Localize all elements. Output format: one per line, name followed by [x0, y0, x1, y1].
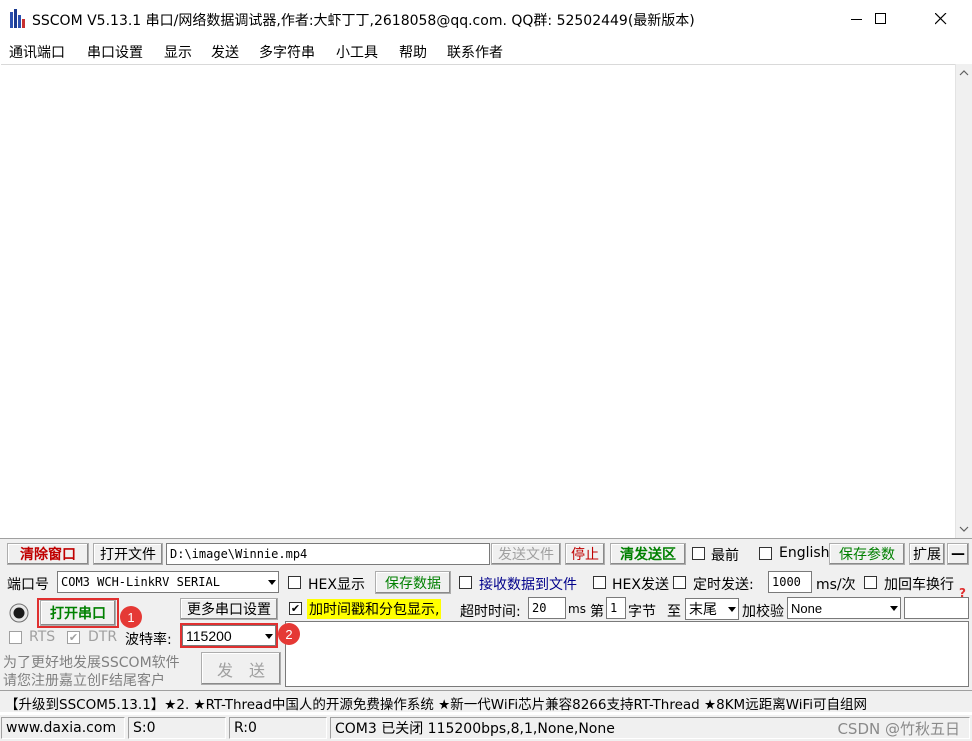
timeout-input[interactable]: 20 [528, 597, 566, 619]
byte-end-select[interactable]: 末尾 [685, 598, 739, 620]
checksum-select[interactable]: None [787, 597, 901, 619]
annotation-box-1 [37, 598, 119, 628]
annotation-box-2 [180, 623, 278, 648]
send-button[interactable]: 发 送 [201, 652, 281, 685]
top-most-checkbox[interactable] [692, 547, 705, 560]
hex-display-checkbox[interactable] [288, 576, 301, 589]
checksum-label: 加校验 [742, 604, 784, 620]
rts-label: RTS [29, 629, 56, 645]
window-title: SSCOM V5.13.1 串口/网络数据调试器,作者:大虾丁丁,2618058… [32, 13, 695, 29]
expand-button[interactable]: 扩展 [909, 543, 945, 565]
menu-multi-string[interactable]: 多字符串 [259, 42, 315, 62]
collapse-button[interactable]: — [947, 543, 969, 565]
csdn-watermark: CSDN @竹秋五日 [837, 720, 960, 738]
scroll-up-icon [959, 70, 969, 76]
send-file-button[interactable]: 发送文件 [491, 543, 561, 565]
save-data-button[interactable]: 保存数据 [375, 571, 451, 594]
send-text-area[interactable] [285, 621, 969, 687]
close-icon [935, 13, 947, 25]
receive-scrollbar[interactable] [955, 64, 972, 538]
checksum-value: None [791, 600, 823, 616]
chevron-down-icon [890, 606, 898, 611]
menu-comm-port[interactable]: 通讯端口 [9, 42, 65, 62]
byte-start-input[interactable]: 1 [606, 597, 626, 619]
timeout-unit-label: ms [568, 602, 586, 616]
app-logo-icon [10, 9, 25, 28]
byte-end-value: 末尾 [689, 601, 717, 617]
send-history-field[interactable] [904, 597, 969, 619]
file-path-field[interactable]: D:\image\Winnie.mp4 [166, 543, 490, 565]
menu-tools[interactable]: 小工具 [336, 42, 378, 62]
dtr-label: DTR [88, 629, 118, 645]
baud-label: 波特率: [125, 632, 172, 648]
clear-send-area-button[interactable]: 清发送区 [610, 543, 686, 565]
hex-send-checkbox[interactable] [593, 576, 606, 589]
receive-text-area[interactable] [1, 64, 955, 538]
status-bar: www.daxia.com S:0 R:0 COM3 已关闭 115200bps… [0, 715, 972, 741]
port-select[interactable]: COM3 WCH-LinkRV SERIAL [57, 571, 279, 593]
hex-send-label: HEX发送 [612, 577, 669, 593]
interval-unit-label: ms/次 [816, 577, 856, 593]
status-website[interactable]: www.daxia.com [1, 717, 125, 739]
rts-checkbox[interactable] [9, 631, 22, 644]
port-label: 端口号 [7, 577, 49, 593]
save-params-button[interactable]: 保存参数 [829, 543, 905, 565]
promo-line-1: 为了更好地发展SSCOM软件 [3, 655, 180, 671]
byte-label: 字节 [628, 604, 656, 620]
receive-to-file-label: 接收数据到文件 [479, 577, 577, 593]
open-file-button[interactable]: 打开文件 [93, 543, 163, 565]
status-sent-count: S:0 [128, 717, 226, 739]
receive-to-file-checkbox[interactable] [459, 576, 472, 589]
chevron-down-icon [728, 607, 736, 612]
port-status-icon [9, 603, 29, 623]
close-button[interactable] [918, 0, 964, 38]
ticker-text[interactable]: 【升级到SSCOM5.13.1】★2. ★RT-Thread中国人的开源免费操作… [5, 693, 867, 713]
scroll-down-icon [959, 526, 969, 532]
english-label: English [779, 545, 830, 561]
menu-contact-author[interactable]: 联系作者 [447, 42, 503, 62]
maximize-icon [875, 13, 886, 24]
stop-button[interactable]: 停止 [565, 543, 605, 565]
news-ticker: 【升级到SSCOM5.13.1】★2. ★RT-Thread中国人的开源免费操作… [0, 690, 972, 713]
add-crlf-label: 加回车换行 [884, 577, 954, 593]
timeout-label: 超时时间: [460, 604, 521, 620]
timestamp-label: 加时间戳和分包显示, [307, 599, 442, 619]
status-received-count: R:0 [229, 717, 327, 739]
menu-display[interactable]: 显示 [164, 42, 192, 62]
clear-window-button[interactable]: 清除窗口 [7, 543, 89, 565]
top-most-label: 最前 [711, 548, 739, 564]
dtr-checkbox[interactable]: ✔ [67, 631, 80, 644]
english-checkbox[interactable] [759, 547, 772, 560]
more-settings-button[interactable]: 更多串口设置 [180, 598, 278, 620]
chevron-down-icon [268, 580, 276, 585]
to-label: 至 [667, 604, 681, 620]
interval-input[interactable]: 1000 [768, 571, 812, 593]
byte-prefix-label: 第 [590, 604, 604, 620]
annotation-badge-1: 1 [120, 606, 142, 628]
add-crlf-checkbox[interactable] [864, 576, 877, 589]
timed-send-checkbox[interactable] [673, 576, 686, 589]
promo-line-2: 请您注册嘉立创F结尾客户 [3, 673, 166, 689]
timed-send-label: 定时发送: [693, 577, 754, 593]
annotation-badge-2: 2 [278, 623, 300, 645]
timestamp-checkbox[interactable]: ✔ [289, 602, 302, 615]
menu-help[interactable]: 帮助 [399, 42, 427, 62]
menu-serial-settings[interactable]: 串口设置 [87, 42, 143, 62]
port-select-value: COM3 WCH-LinkRV SERIAL [61, 575, 220, 589]
hex-display-label: HEX显示 [308, 577, 365, 593]
maximize-button[interactable] [858, 0, 904, 38]
menu-send[interactable]: 发送 [211, 42, 239, 62]
